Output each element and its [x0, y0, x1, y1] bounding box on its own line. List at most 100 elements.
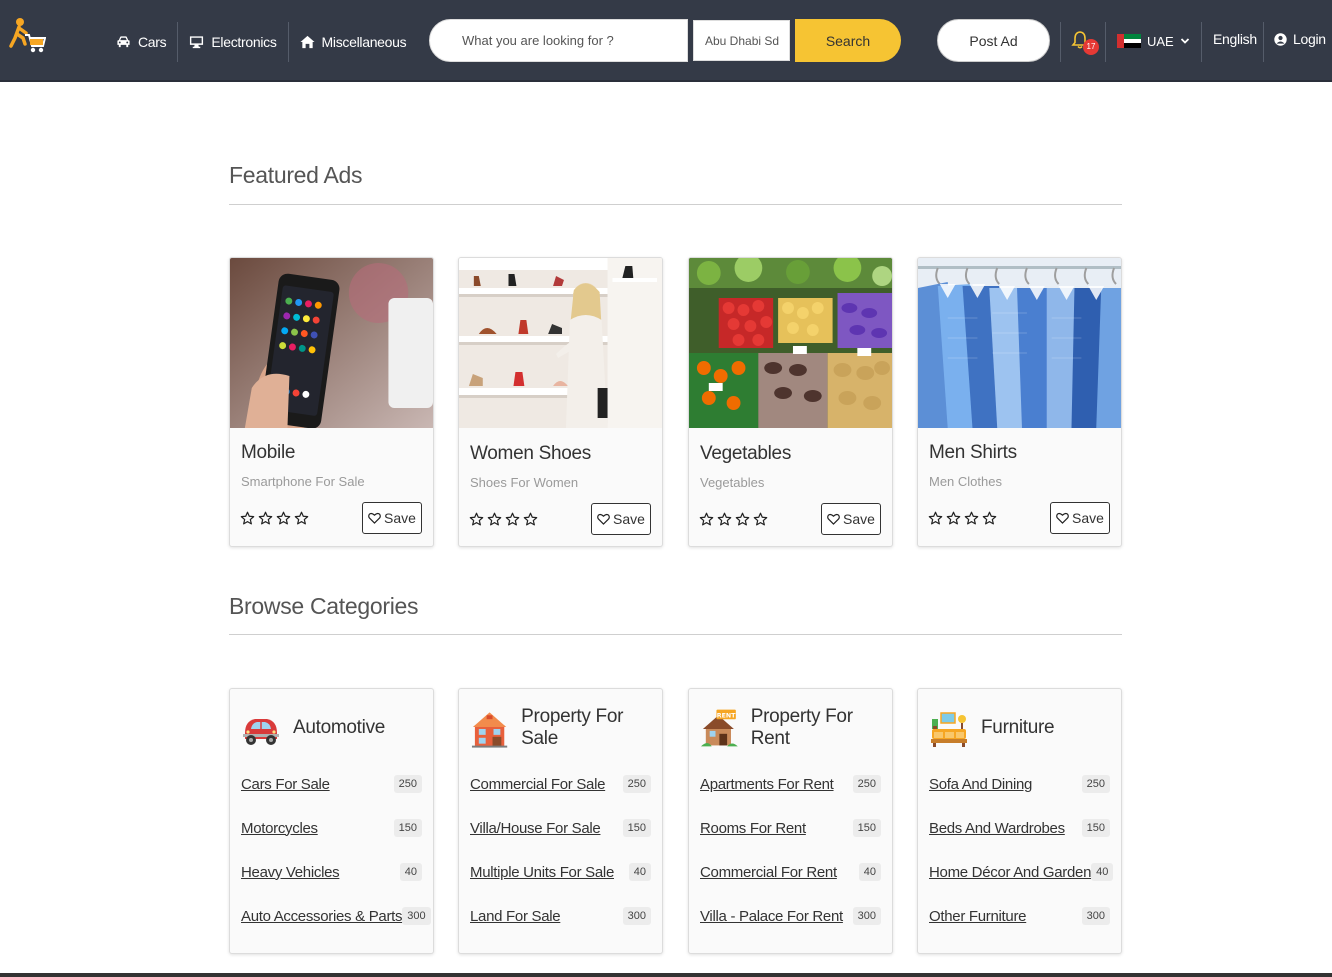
- list-item: Rooms For Rent 150: [700, 817, 881, 839]
- category-link[interactable]: Apartments For Rent: [700, 776, 834, 793]
- search-input[interactable]: [429, 19, 688, 62]
- ad-card[interactable]: Men Shirts Men Clothes Save: [917, 257, 1122, 547]
- nav-electronics-label: Electronics: [211, 34, 277, 50]
- car-icon: [117, 36, 130, 48]
- star-outline-icon[interactable]: [946, 511, 961, 526]
- ad-card[interactable]: Women Shoes Shoes For Women Save: [458, 257, 663, 547]
- nav-electronics[interactable]: Electronics: [178, 22, 289, 62]
- country-selector[interactable]: UAE: [1117, 30, 1190, 52]
- search-button[interactable]: Search: [795, 19, 901, 62]
- category-link[interactable]: Other Furniture: [929, 908, 1027, 925]
- nav-miscellaneous[interactable]: Miscellaneous: [289, 22, 418, 62]
- rating-stars[interactable]: [699, 512, 768, 527]
- category-link[interactable]: Cars For Sale: [241, 776, 330, 793]
- rating-stars[interactable]: [928, 511, 997, 526]
- category-card-furniture: Furniture Sofa And Dining 250 Beds And W…: [917, 688, 1122, 954]
- star-outline-icon[interactable]: [753, 512, 768, 527]
- star-outline-icon[interactable]: [699, 512, 714, 527]
- category-header[interactable]: RENT Property For Rent: [700, 706, 892, 749]
- save-button[interactable]: Save: [821, 503, 881, 535]
- star-outline-icon[interactable]: [735, 512, 750, 527]
- header-divider: [1263, 22, 1264, 62]
- category-link[interactable]: Sofa And Dining: [929, 776, 1032, 793]
- star-outline-icon[interactable]: [276, 511, 291, 526]
- category-link[interactable]: Land For Sale: [470, 908, 561, 925]
- category-link[interactable]: Rooms For Rent: [700, 820, 806, 837]
- star-outline-icon[interactable]: [964, 511, 979, 526]
- heart-icon: [1056, 512, 1069, 524]
- login-button[interactable]: Login: [1274, 31, 1326, 47]
- category-link[interactable]: Villa/House For Sale: [470, 820, 601, 837]
- language-selector[interactable]: English: [1213, 31, 1257, 47]
- category-card-automotive: Automotive Cars For Sale 250 Motorcycles…: [229, 688, 434, 954]
- star-outline-icon[interactable]: [258, 511, 273, 526]
- country-label: UAE: [1147, 33, 1174, 49]
- ad-title[interactable]: Vegetables: [700, 443, 791, 465]
- category-card-property-for-rent: RENT Property For Rent Apartments For Re…: [688, 688, 893, 954]
- category-link[interactable]: Multiple Units For Sale: [470, 864, 614, 881]
- category-link[interactable]: Home Décor And Garden: [929, 864, 1091, 881]
- list-item: Heavy Vehicles 40: [241, 861, 422, 883]
- category-link[interactable]: Commercial For Rent: [700, 864, 837, 881]
- star-outline-icon[interactable]: [928, 511, 943, 526]
- count-badge: 150: [852, 819, 881, 837]
- category-link[interactable]: Heavy Vehicles: [241, 864, 340, 881]
- star-outline-icon[interactable]: [505, 512, 520, 527]
- uae-flag-icon: [1117, 34, 1141, 49]
- count-badge: 250: [393, 775, 422, 793]
- star-outline-icon[interactable]: [240, 511, 255, 526]
- list-item: Villa - Palace For Rent 300: [700, 905, 881, 927]
- category-link[interactable]: Villa - Palace For Rent: [700, 908, 843, 925]
- ad-title[interactable]: Women Shoes: [470, 443, 591, 465]
- featured-ads-title: Featured Ads: [229, 162, 363, 188]
- location-input[interactable]: [693, 20, 790, 61]
- category-link[interactable]: Motorcycles: [241, 820, 318, 837]
- star-outline-icon[interactable]: [982, 511, 997, 526]
- save-button[interactable]: Save: [362, 502, 422, 534]
- star-outline-icon[interactable]: [294, 511, 309, 526]
- vegetable-market-photo: [689, 258, 892, 428]
- list-item: Home Décor And Garden 40: [929, 861, 1114, 883]
- star-outline-icon[interactable]: [717, 512, 732, 527]
- category-link[interactable]: Commercial For Sale: [470, 776, 605, 793]
- logo-icon[interactable]: [8, 16, 46, 56]
- star-outline-icon[interactable]: [469, 512, 484, 527]
- ad-subtitle: Smartphone For Sale: [241, 474, 365, 489]
- ad-subtitle: Shoes For Women: [470, 475, 579, 490]
- count-badge: 40: [858, 863, 881, 881]
- count-badge: 250: [852, 775, 881, 793]
- save-button[interactable]: Save: [591, 503, 651, 535]
- category-header[interactable]: Property For Sale: [470, 706, 662, 749]
- count-badge: 150: [393, 819, 422, 837]
- rating-stars[interactable]: [469, 512, 538, 527]
- list-item: Other Furniture 300: [929, 905, 1110, 927]
- heart-icon: [368, 512, 381, 524]
- page-bottom-border: [0, 973, 1332, 977]
- nav-cars[interactable]: Cars: [105, 22, 179, 62]
- ad-card[interactable]: Vegetables Vegetables Save: [688, 257, 893, 547]
- count-badge: 300: [402, 907, 431, 925]
- featured-divider: [229, 204, 1122, 205]
- ad-card[interactable]: Mobile Smartphone For Sale Save: [229, 257, 434, 547]
- list-item: Commercial For Sale 250: [470, 773, 651, 795]
- heart-icon: [597, 513, 610, 525]
- list-item: Land For Sale 300: [470, 905, 651, 927]
- category-link[interactable]: Auto Accessories & Parts: [241, 908, 403, 925]
- category-header[interactable]: Furniture: [929, 707, 1055, 749]
- star-outline-icon[interactable]: [523, 512, 538, 527]
- ad-title[interactable]: Men Shirts: [929, 442, 1017, 464]
- star-outline-icon[interactable]: [487, 512, 502, 527]
- ad-title[interactable]: Mobile: [241, 442, 295, 464]
- categories-divider: [229, 634, 1122, 635]
- category-link[interactable]: Beds And Wardrobes: [929, 820, 1065, 837]
- nav-cars-label: Cars: [138, 34, 167, 50]
- list-item: Sofa And Dining 250: [929, 773, 1110, 795]
- count-badge: 150: [1081, 819, 1110, 837]
- chevron-down-icon: [1180, 38, 1189, 44]
- list-item: Commercial For Rent 40: [700, 861, 881, 883]
- rating-stars[interactable]: [240, 511, 309, 526]
- category-header[interactable]: Automotive: [241, 707, 385, 749]
- save-button[interactable]: Save: [1050, 502, 1110, 534]
- category-card-property-for-sale: Property For Sale Commercial For Sale 25…: [458, 688, 663, 954]
- post-ad-button[interactable]: Post Ad: [937, 19, 1050, 62]
